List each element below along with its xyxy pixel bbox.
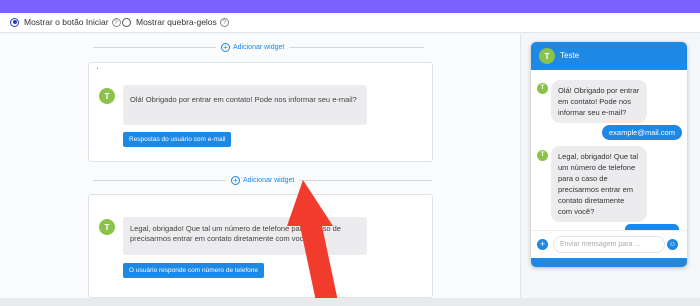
bottom-scroll-strip xyxy=(0,298,700,306)
annotation-arrow-icon xyxy=(287,180,339,306)
arrow-shape xyxy=(287,180,339,306)
